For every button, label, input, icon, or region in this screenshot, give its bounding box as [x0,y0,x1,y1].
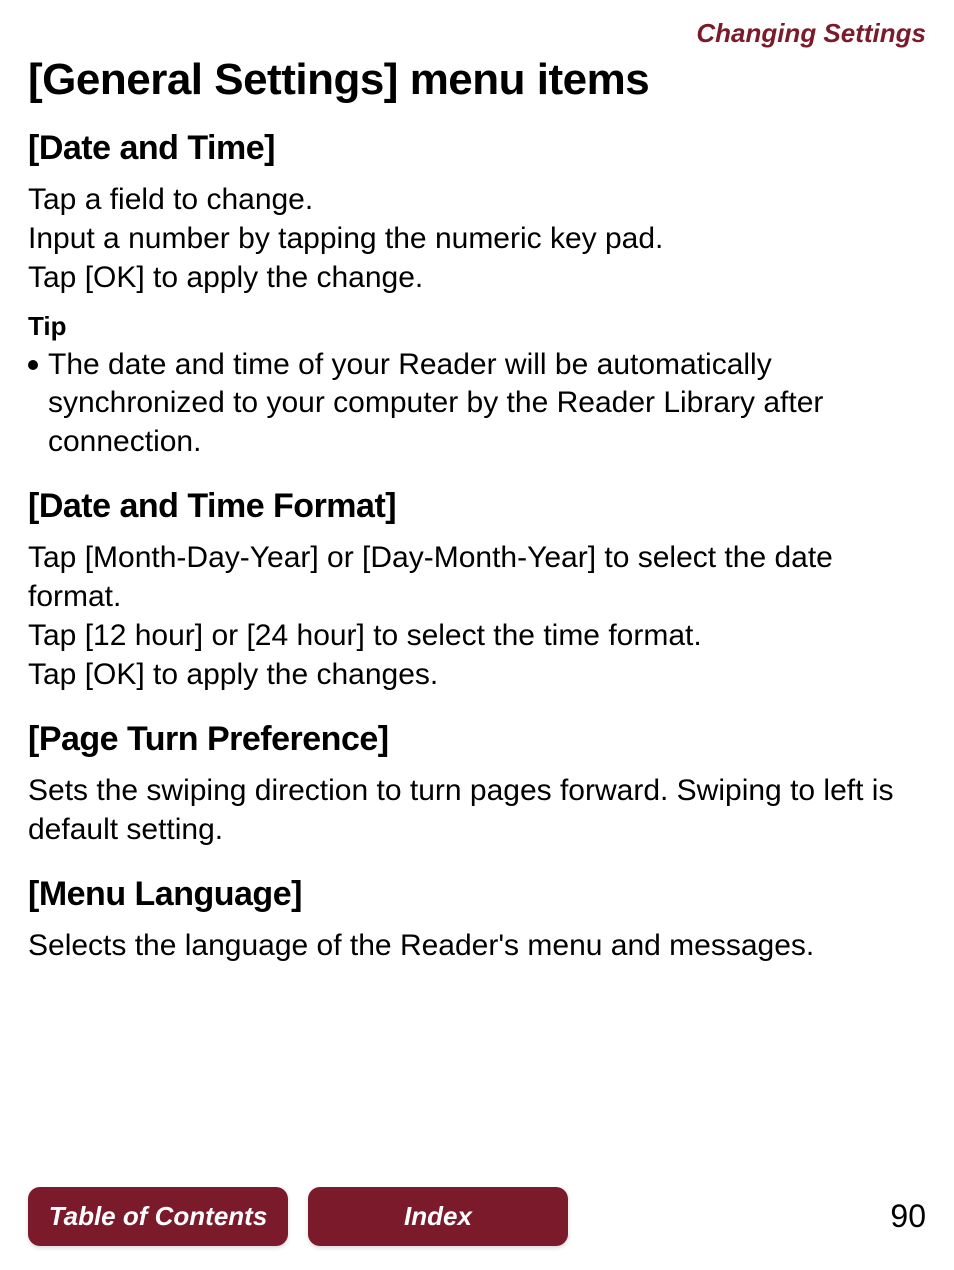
tip-heading: Tip [28,311,926,342]
page-number: 90 [890,1198,926,1235]
header-section-link[interactable]: Changing Settings [28,18,926,49]
section-body-menu-language: Selects the language of the Reader's men… [28,926,926,965]
section-body-page-turn: Sets the swiping direction to turn pages… [28,771,926,849]
section-heading-page-turn: [Page Turn Preference] [28,720,926,759]
tip-bullet-text: The date and time of your Reader will be… [48,346,926,461]
section-heading-menu-language: [Menu Language] [28,875,926,914]
footer: Table of Contents Index 90 [28,1187,926,1246]
section-heading-date-time-format: [Date and Time Format] [28,487,926,526]
toc-button[interactable]: Table of Contents [28,1187,288,1246]
tip-bullet-item: The date and time of your Reader will be… [28,346,926,461]
section-body-date-time-format: Tap [Month-Day-Year] or [Day-Month-Year]… [28,538,926,694]
bullet-icon [28,360,38,370]
section-body-date-time: Tap a field to change.Input a number by … [28,180,926,297]
index-button[interactable]: Index [308,1187,568,1246]
section-heading-date-time: [Date and Time] [28,129,926,168]
page-title: [General Settings] menu items [28,55,926,105]
